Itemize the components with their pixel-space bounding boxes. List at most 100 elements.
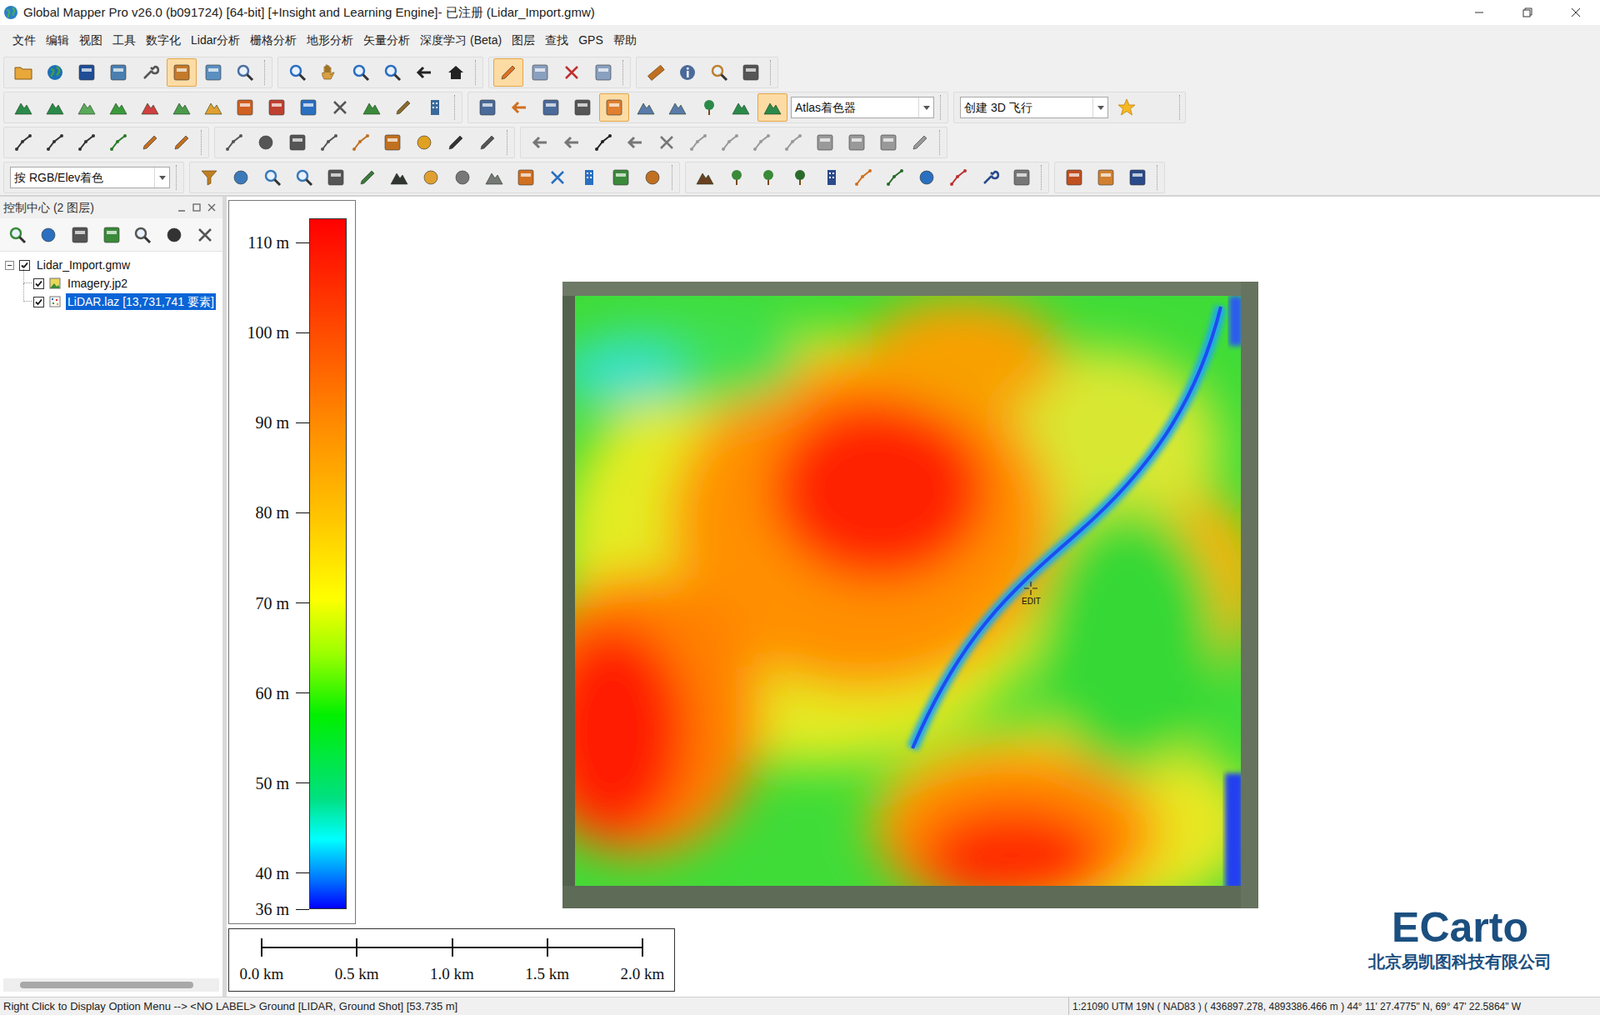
tool-button[interactable] bbox=[810, 128, 840, 157]
tool-button[interactable] bbox=[479, 163, 510, 192]
tool-button[interactable] bbox=[816, 163, 847, 192]
tool-button[interactable] bbox=[219, 128, 250, 157]
tool-button[interactable] bbox=[880, 163, 910, 192]
tool-button[interactable] bbox=[746, 128, 777, 157]
tool-button[interactable] bbox=[778, 128, 809, 157]
menu-item[interactable]: GPS bbox=[573, 31, 609, 50]
tool-button[interactable] bbox=[542, 163, 573, 192]
panel-tool-button[interactable] bbox=[130, 222, 155, 248]
tool-button[interactable] bbox=[447, 163, 478, 192]
dropdown[interactable]: 按 RGB/Elev着色 bbox=[10, 166, 170, 189]
tool-button[interactable] bbox=[873, 128, 904, 157]
menu-item[interactable]: 栅格分析 bbox=[245, 31, 302, 50]
tool-button[interactable] bbox=[166, 128, 197, 157]
layer-row[interactable]: LiDAR.laz [13,731,741 要素] bbox=[0, 292, 223, 311]
maximize-icon[interactable] bbox=[190, 201, 203, 214]
toolbar-grip[interactable] bbox=[1040, 165, 1044, 190]
tool-button[interactable] bbox=[1122, 163, 1153, 192]
layer-checkbox[interactable] bbox=[19, 260, 30, 271]
layer-label[interactable]: Lidar_Import.gmw bbox=[35, 256, 132, 274]
tool-button[interactable] bbox=[683, 128, 714, 157]
minimize-icon[interactable] bbox=[175, 201, 188, 214]
tool-button[interactable] bbox=[356, 93, 387, 122]
tool-button[interactable] bbox=[409, 58, 440, 87]
tool-button[interactable] bbox=[230, 93, 260, 122]
toolbar-grip[interactable] bbox=[454, 95, 457, 120]
menu-item[interactable]: 数字化 bbox=[140, 31, 186, 50]
tool-button[interactable] bbox=[166, 93, 197, 122]
layer-row[interactable]: Imagery.jp2 bbox=[0, 274, 223, 293]
tool-button[interactable] bbox=[230, 58, 260, 87]
toolbar-grip[interactable] bbox=[1156, 165, 1160, 190]
tool-button[interactable] bbox=[103, 58, 134, 87]
map-canvas[interactable]: 110 m100 m90 m80 m70 m60 m50 m40 m36 m0.… bbox=[226, 196, 1600, 997]
tool-button[interactable] bbox=[8, 128, 39, 157]
tool-button[interactable] bbox=[605, 163, 636, 192]
tool-button[interactable] bbox=[510, 163, 541, 192]
toolbar-grip[interactable] bbox=[200, 130, 204, 155]
tool-button[interactable] bbox=[757, 93, 788, 122]
tool-button[interactable] bbox=[103, 93, 134, 122]
layer-label[interactable]: LiDAR.laz [13,731,741 要素] bbox=[65, 293, 216, 310]
horizontal-scrollbar[interactable] bbox=[3, 978, 220, 992]
tool-button[interactable] bbox=[1059, 163, 1090, 192]
tool-button[interactable] bbox=[651, 128, 682, 157]
tool-button[interactable] bbox=[662, 93, 693, 122]
tool-button[interactable] bbox=[694, 93, 725, 122]
tool-button[interactable] bbox=[409, 128, 440, 157]
toolbar-grip[interactable] bbox=[622, 60, 625, 85]
tool-button[interactable] bbox=[40, 58, 70, 87]
tool-button[interactable] bbox=[314, 128, 345, 157]
toolbar-grip[interactable] bbox=[175, 165, 179, 190]
tool-button[interactable] bbox=[735, 58, 766, 87]
tool-button[interactable] bbox=[1111, 93, 1142, 122]
toolbar-grip[interactable] bbox=[1179, 95, 1182, 120]
layer-row[interactable]: Lidar_Import.gmw bbox=[0, 255, 223, 275]
tool-button[interactable] bbox=[493, 58, 524, 87]
panel-tool-button[interactable] bbox=[161, 222, 187, 248]
dropdown[interactable]: Atlas着色器 bbox=[790, 96, 935, 119]
tool-button[interactable] bbox=[345, 58, 376, 87]
scrollbar-thumb[interactable] bbox=[20, 981, 194, 989]
tool-button[interactable] bbox=[588, 128, 619, 157]
tool-button[interactable] bbox=[345, 128, 376, 157]
tool-button[interactable] bbox=[289, 163, 320, 192]
tool-button[interactable] bbox=[975, 163, 1005, 192]
tool-button[interactable] bbox=[640, 58, 671, 87]
toolbar-grip[interactable] bbox=[264, 60, 267, 85]
menu-item[interactable]: 帮助 bbox=[608, 31, 642, 50]
tool-button[interactable] bbox=[588, 58, 619, 87]
tool-button[interactable] bbox=[725, 93, 756, 122]
tool-button[interactable] bbox=[472, 93, 503, 122]
tool-button[interactable] bbox=[40, 93, 70, 122]
tool-button[interactable] bbox=[841, 128, 872, 157]
toolbar-grip[interactable] bbox=[940, 95, 943, 120]
tool-button[interactable] bbox=[848, 163, 879, 192]
tool-button[interactable] bbox=[314, 58, 345, 87]
menu-item[interactable]: 地形分析 bbox=[301, 31, 359, 50]
tool-button[interactable] bbox=[377, 58, 408, 87]
tool-button[interactable] bbox=[721, 163, 752, 192]
tool-button[interactable] bbox=[8, 58, 39, 87]
menu-item[interactable]: 深度学习 (Beta) bbox=[415, 31, 507, 50]
minimize-button[interactable] bbox=[1455, 0, 1504, 25]
toolbar-grip[interactable] bbox=[770, 60, 773, 85]
tool-button[interactable] bbox=[556, 128, 587, 157]
tool-button[interactable] bbox=[261, 93, 292, 122]
panel-tool-button[interactable] bbox=[67, 222, 93, 248]
tool-button[interactable] bbox=[198, 93, 229, 122]
tool-button[interactable] bbox=[599, 93, 630, 122]
tool-button[interactable] bbox=[690, 163, 720, 192]
tool-button[interactable] bbox=[905, 128, 935, 157]
menu-item[interactable]: Lidar分析 bbox=[185, 31, 245, 50]
tool-button[interactable] bbox=[525, 128, 555, 157]
tool-button[interactable] bbox=[785, 163, 815, 192]
tool-button[interactable] bbox=[384, 163, 415, 192]
tool-button[interactable] bbox=[753, 163, 784, 192]
panel-tool-button[interactable] bbox=[99, 222, 125, 248]
tool-button[interactable] bbox=[352, 163, 383, 192]
tool-button[interactable] bbox=[71, 58, 102, 87]
tool-button[interactable] bbox=[225, 163, 256, 192]
tool-button[interactable] bbox=[250, 128, 281, 157]
menu-item[interactable]: 矢量分析 bbox=[358, 31, 415, 50]
